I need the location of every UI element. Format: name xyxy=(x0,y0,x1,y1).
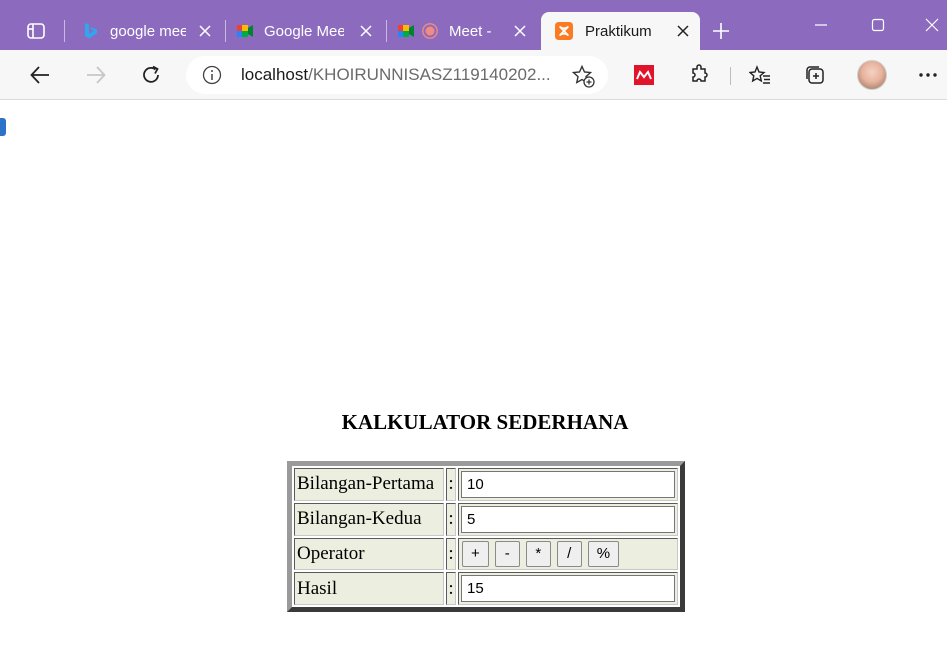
row-separator: : xyxy=(446,468,456,501)
google-meet-icon xyxy=(397,22,415,40)
row-separator: : xyxy=(446,502,456,536)
operator-label: Operator xyxy=(294,537,444,571)
calculator-table: Bilangan-Pertama : Bilangan-Kedua : Oper… xyxy=(287,461,685,612)
page-title: KALKULATOR SEDERHANA xyxy=(341,410,629,434)
close-tab-icon[interactable] xyxy=(357,22,375,40)
tab-separator xyxy=(64,20,65,42)
close-tab-icon[interactable] xyxy=(674,22,692,40)
add-favorite-icon[interactable] xyxy=(571,64,595,88)
add-button[interactable]: + xyxy=(462,540,489,567)
tab-meet[interactable]: Meet - xyxy=(389,12,537,50)
row-separator: : xyxy=(446,572,456,605)
collections-icon[interactable] xyxy=(799,59,831,91)
tab-praktikum[interactable]: Praktikum M xyxy=(541,12,700,50)
maximize-icon[interactable] xyxy=(863,10,893,40)
back-arrow-icon[interactable] xyxy=(24,59,56,91)
tab-google-meet[interactable]: Google Meet xyxy=(228,12,383,50)
xampp-icon xyxy=(555,22,573,40)
toolbar-divider xyxy=(730,67,731,85)
url-host: localhost xyxy=(241,65,309,84)
bing-icon xyxy=(82,22,100,40)
tab-title: Praktikum M xyxy=(585,22,651,40)
first-number-label: Bilangan-Pertama xyxy=(294,468,444,501)
second-number-label: Bilangan-Kedua xyxy=(294,502,444,536)
multiply-button[interactable]: * xyxy=(525,540,551,567)
title-bar: google meet Google Meet Meet - Praktikum… xyxy=(0,0,947,50)
table-row: Bilangan-Pertama : xyxy=(294,468,678,501)
close-tab-icon[interactable] xyxy=(511,22,529,40)
tab-actions-icon[interactable] xyxy=(17,14,55,48)
recording-icon xyxy=(421,22,439,40)
table-row: Bilangan-Kedua : xyxy=(294,502,678,536)
address-bar[interactable]: localhost/KHOIRUNNISASZ119140202... xyxy=(186,56,608,94)
modulo-button[interactable]: % xyxy=(587,540,620,567)
url-path: /KHOIRUNNISASZ119140202... xyxy=(308,65,551,84)
table-row: Operator : + - * / % xyxy=(294,537,678,571)
sidebar-indicator xyxy=(0,118,6,136)
mendeley-extension-icon[interactable] xyxy=(628,59,660,91)
row-separator: : xyxy=(446,537,456,571)
site-info-icon[interactable] xyxy=(202,65,222,85)
operator-cell: + - * / % xyxy=(458,537,678,571)
close-tab-icon[interactable] xyxy=(196,22,214,40)
extensions-puzzle-icon[interactable] xyxy=(684,59,716,91)
more-options-icon[interactable] xyxy=(912,59,944,91)
tab-title: Meet - xyxy=(449,22,492,40)
result-input[interactable] xyxy=(461,575,675,603)
profile-avatar[interactable] xyxy=(857,60,887,90)
subtract-button[interactable]: - xyxy=(494,540,520,567)
google-meet-icon xyxy=(236,22,254,40)
close-window-icon[interactable] xyxy=(917,10,947,40)
second-number-input[interactable] xyxy=(461,505,675,533)
refresh-icon[interactable] xyxy=(135,59,167,91)
new-tab-plus-icon[interactable] xyxy=(708,18,734,44)
minimize-icon[interactable] xyxy=(806,10,836,40)
forward-arrow-icon[interactable] xyxy=(80,59,112,91)
first-number-cell xyxy=(458,468,678,501)
browser-toolbar: localhost/KHOIRUNNISASZ119140202... xyxy=(0,50,947,100)
tab-title: Google Meet xyxy=(264,22,344,40)
first-number-input[interactable] xyxy=(461,470,675,498)
divide-button[interactable]: / xyxy=(556,540,582,567)
result-label: Hasil xyxy=(294,572,444,605)
tab-title: google meet xyxy=(110,22,186,40)
url-text: localhost/KHOIRUNNISASZ119140202... xyxy=(241,65,551,85)
table-row: Hasil : xyxy=(294,572,678,605)
result-cell xyxy=(458,572,678,605)
tab-google-meet-search[interactable]: google meet xyxy=(70,12,222,50)
operator-buttons: + - * / % xyxy=(461,540,675,567)
second-number-cell xyxy=(458,502,678,536)
favorites-list-icon[interactable] xyxy=(744,59,776,91)
tab-separator xyxy=(386,20,387,42)
tab-separator xyxy=(225,20,226,42)
